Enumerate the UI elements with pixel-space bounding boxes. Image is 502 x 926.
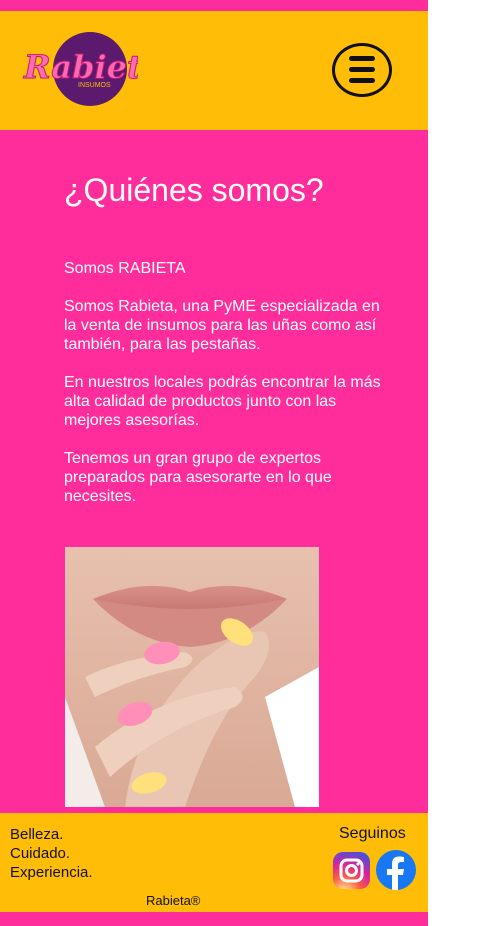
tagline-line: Cuidado. [10, 845, 71, 862]
tagline-line: Experiencia. [10, 864, 93, 881]
logo-text: Rabieta [23, 48, 138, 86]
copyright: Rabieta® [146, 893, 201, 908]
hamburger-bar [349, 78, 375, 83]
page: Rabieta INSUMOS ¿Quiénes somos? Somos RA… [0, 0, 428, 926]
page-title: ¿Quiénes somos? [64, 172, 324, 208]
header: Rabieta INSUMOS [0, 11, 428, 130]
hamburger-menu-icon [349, 56, 375, 61]
intro-heading: Somos RABIETA [64, 260, 186, 277]
menu-button[interactable] [332, 43, 392, 97]
paragraph-locales: En nuestros locales podrás encontrar la … [64, 374, 381, 429]
paragraph-about: Somos Rabieta, una PyME especializada en… [64, 298, 380, 353]
tagline-line: Belleza. [10, 826, 64, 843]
logo-subtext: INSUMOS [78, 82, 111, 89]
rabieta-logo[interactable]: Rabieta INSUMOS [22, 31, 138, 109]
follow-label: Seguinos [339, 825, 406, 842]
nails-lips-photo [65, 547, 319, 807]
paragraph-experts: Tenemos un gran grupo de expertos prepar… [64, 450, 332, 505]
facebook-icon[interactable] [376, 850, 416, 890]
instagram-icon[interactable] [333, 852, 370, 889]
footer-tagline: Belleza. Cuidado. Experiencia. [10, 825, 93, 882]
footer: Belleza. Cuidado. Experiencia. Seguinos … [0, 813, 428, 912]
hamburger-bar [349, 67, 375, 72]
